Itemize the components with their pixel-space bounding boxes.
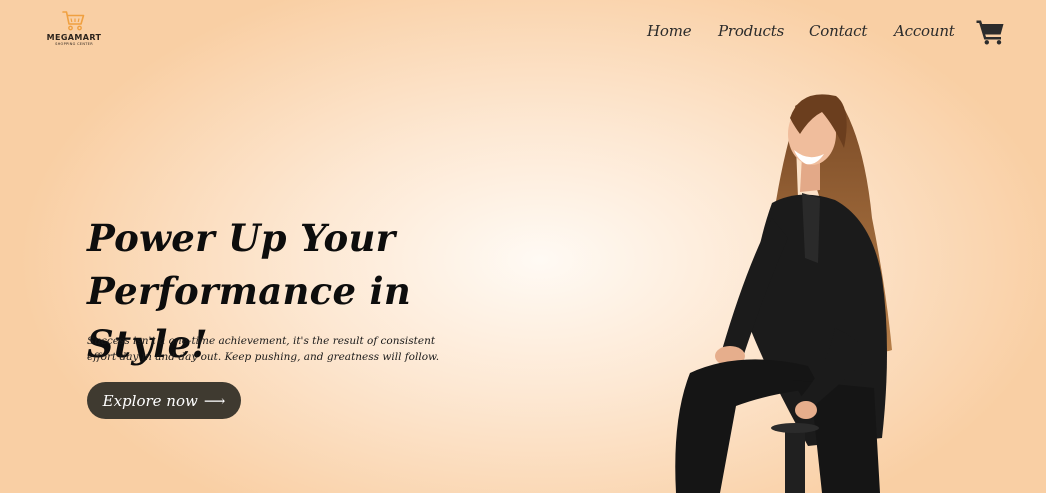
arrow-right-icon: ⟶ xyxy=(203,391,226,410)
nav-item-account[interactable]: Account xyxy=(894,22,955,40)
nav-item-products[interactable]: Products xyxy=(718,22,784,40)
nav-item-home[interactable]: Home xyxy=(647,22,692,40)
hero-image xyxy=(675,94,892,493)
site-header: MEGAMART SHOPPING CENTER Home Products C… xyxy=(0,0,1046,70)
explore-now-label: Explore now xyxy=(102,391,198,410)
explore-now-button[interactable]: Explore now ⟶ xyxy=(87,382,241,419)
shopping-cart-icon xyxy=(976,20,1004,45)
cart-button[interactable] xyxy=(976,18,1005,45)
main-nav: Home Products Contact Account xyxy=(0,22,1046,46)
hero-description: Success isn't a one-time achievement, it… xyxy=(87,335,440,363)
nav-item-contact[interactable]: Contact xyxy=(809,22,867,40)
hero-title-line-1: Power Up Your xyxy=(87,216,396,260)
